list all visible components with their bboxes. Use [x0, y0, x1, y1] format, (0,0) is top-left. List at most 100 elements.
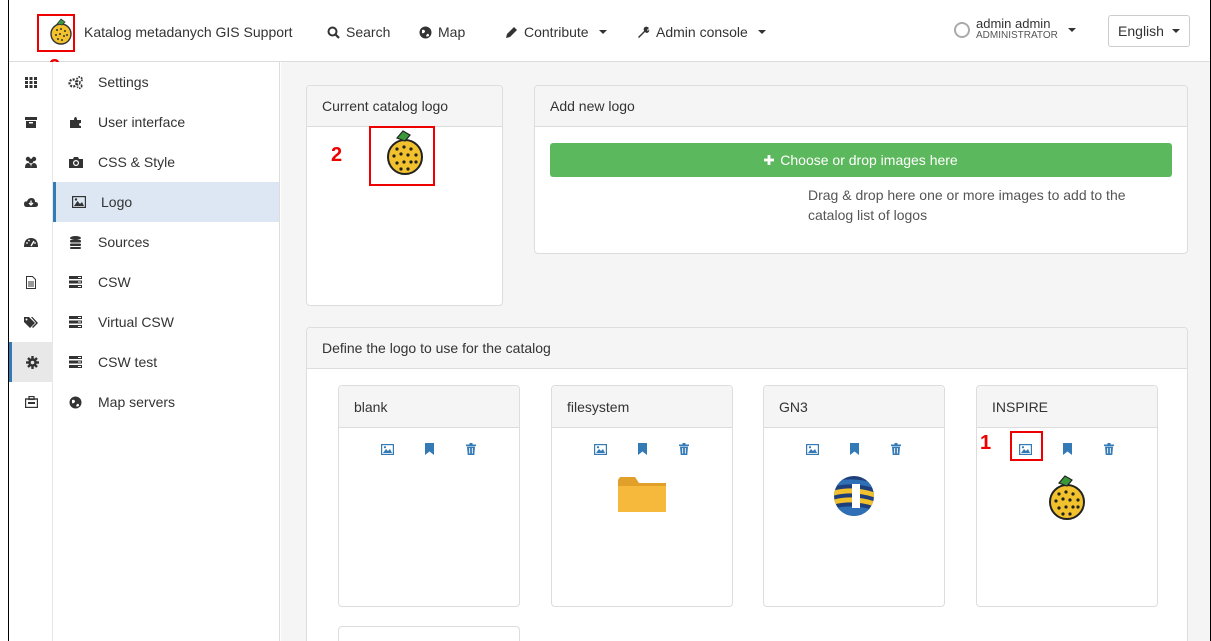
nav-map-label: Map: [438, 24, 466, 40]
pencil-icon: [506, 26, 517, 38]
database-icon: [70, 235, 81, 249]
globe-icon: [69, 396, 82, 408]
icon-rail: [9, 62, 53, 641]
sidebar-item-label: Logo: [101, 194, 133, 210]
logo-card-title: INSPIRE: [977, 386, 1157, 428]
user-menu[interactable]: admin admin ADMINISTRATOR: [954, 17, 1076, 42]
file-icon: [26, 275, 36, 289]
trash-icon[interactable]: [1102, 442, 1116, 456]
picture-icon[interactable]: [1018, 442, 1032, 456]
choose-images-button[interactable]: Choose or drop images here: [550, 143, 1172, 177]
logo-card-title: filesystem: [552, 386, 732, 428]
sidebar-item-label: CSS & Style: [98, 154, 176, 170]
chevron-down-icon: [1067, 28, 1076, 32]
nav-admin-console[interactable]: Admin console: [637, 24, 766, 40]
picture-icon[interactable]: [380, 442, 394, 456]
logo-card-title: blank: [339, 386, 519, 428]
choose-images-label: Choose or drop images here: [780, 152, 958, 168]
sidebar-item-virtual-csw[interactable]: Virtual CSW: [53, 302, 279, 342]
admin-settings-menu: Settings User interface CSS & Style Logo…: [53, 62, 280, 641]
bookmark-icon[interactable]: [635, 442, 649, 456]
define-logo-title: Define the logo to use for the catalog: [307, 328, 1187, 369]
brand-name[interactable]: Katalog metadanych GIS Support: [84, 24, 293, 40]
gears-icon: [68, 75, 83, 89]
rail-cloud[interactable]: [9, 182, 53, 222]
puzzle-icon: [70, 116, 81, 128]
nav-search-label: Search: [346, 24, 391, 40]
gear-icon: [26, 355, 39, 369]
inspire-logo-icon: [1049, 475, 1085, 520]
add-logo-panel: Add new logo Choose or drop images here …: [534, 85, 1188, 254]
trash-icon[interactable]: [677, 442, 691, 456]
nav-admin-console-label: Admin console: [656, 24, 748, 40]
search-icon: [327, 26, 340, 39]
drop-hint-text: Drag & drop here one or more images to a…: [808, 187, 1126, 223]
language-select[interactable]: English: [1108, 15, 1190, 47]
logo-card-filesystem: filesystem: [551, 385, 733, 607]
cloud-icon: [24, 197, 38, 207]
globe-icon: [419, 26, 432, 38]
chevron-down-icon: [1171, 29, 1180, 33]
grid-icon: [25, 77, 37, 88]
annotation-box-brand: [37, 14, 75, 52]
wrench-icon: [638, 26, 650, 38]
nav-map[interactable]: Map: [419, 24, 465, 40]
sidebar-item-settings[interactable]: Settings: [53, 62, 279, 102]
annotation-marker-2: 2: [331, 144, 343, 166]
sidebar-item-csw[interactable]: CSW: [53, 262, 279, 302]
logo-card-inspire: INSPIRE 1: [976, 385, 1158, 607]
server-icon: [69, 316, 82, 328]
logo-card-title: GN3: [764, 386, 944, 428]
sidebar-item-csw-test[interactable]: CSW test: [53, 342, 279, 382]
chevron-down-icon: [757, 30, 766, 34]
logo-card-blank: blank: [338, 385, 520, 607]
picture-icon: [71, 196, 86, 208]
rail-dashboard[interactable]: [9, 222, 53, 262]
rail-grid[interactable]: [9, 62, 53, 102]
sidebar-item-label: User interface: [98, 114, 186, 130]
folder-icon: [618, 477, 666, 512]
bookmark-icon[interactable]: [1060, 442, 1074, 456]
rail-settings[interactable]: [9, 342, 53, 382]
top-navbar: 2 Katalog metadanych GIS Support Search …: [9, 0, 1210, 78]
sidebar-item-user-interface[interactable]: User interface: [53, 102, 279, 142]
rail-users[interactable]: [9, 142, 53, 182]
inspire-logo-icon: [387, 130, 423, 175]
add-logo-title: Add new logo: [535, 86, 1187, 127]
sidebar-item-label: CSW test: [98, 354, 158, 370]
sidebar-item-label: Sources: [98, 234, 150, 250]
sidebar-item-label: Map servers: [98, 394, 176, 410]
bookmark-icon[interactable]: [422, 442, 436, 456]
user-role: ADMINISTRATOR: [976, 30, 1058, 41]
nav-contribute[interactable]: Contribute: [505, 24, 607, 40]
toolbox-icon: [24, 396, 38, 408]
gn3-globe-icon: [834, 476, 874, 516]
chevron-down-icon: [598, 30, 607, 34]
users-icon: [25, 156, 37, 168]
rail-file[interactable]: [9, 262, 53, 302]
trash-icon[interactable]: [464, 442, 478, 456]
picture-icon[interactable]: [593, 442, 607, 456]
sidebar-item-css-style[interactable]: CSS & Style: [53, 142, 279, 182]
sidebar-item-logo[interactable]: Logo: [53, 182, 279, 222]
current-logo-title: Current catalog logo: [307, 86, 502, 127]
dashboard-icon: [24, 237, 38, 247]
server-icon: [69, 356, 82, 368]
server-icon: [69, 276, 82, 288]
logo-card-gn3: GN3: [763, 385, 945, 607]
sidebar-item-label: Virtual CSW: [98, 314, 174, 330]
trash-icon[interactable]: [889, 442, 903, 456]
rail-archive[interactable]: [9, 102, 53, 142]
language-label: English: [1118, 23, 1164, 39]
archive-icon: [25, 117, 37, 128]
sidebar-item-map-servers[interactable]: Map servers: [53, 382, 279, 422]
bookmark-icon[interactable]: [847, 442, 861, 456]
rail-toolbox[interactable]: [9, 382, 53, 422]
sidebar-item-sources[interactable]: Sources: [53, 222, 279, 262]
picture-icon[interactable]: [805, 442, 819, 456]
rail-tags[interactable]: [9, 302, 53, 342]
main-content: Current catalog logo 2 Add new logo Choo…: [281, 62, 1210, 641]
current-logo-panel: Current catalog logo 2: [306, 85, 503, 306]
nav-search[interactable]: Search: [327, 24, 390, 40]
nav-contribute-label: Contribute: [524, 24, 589, 40]
